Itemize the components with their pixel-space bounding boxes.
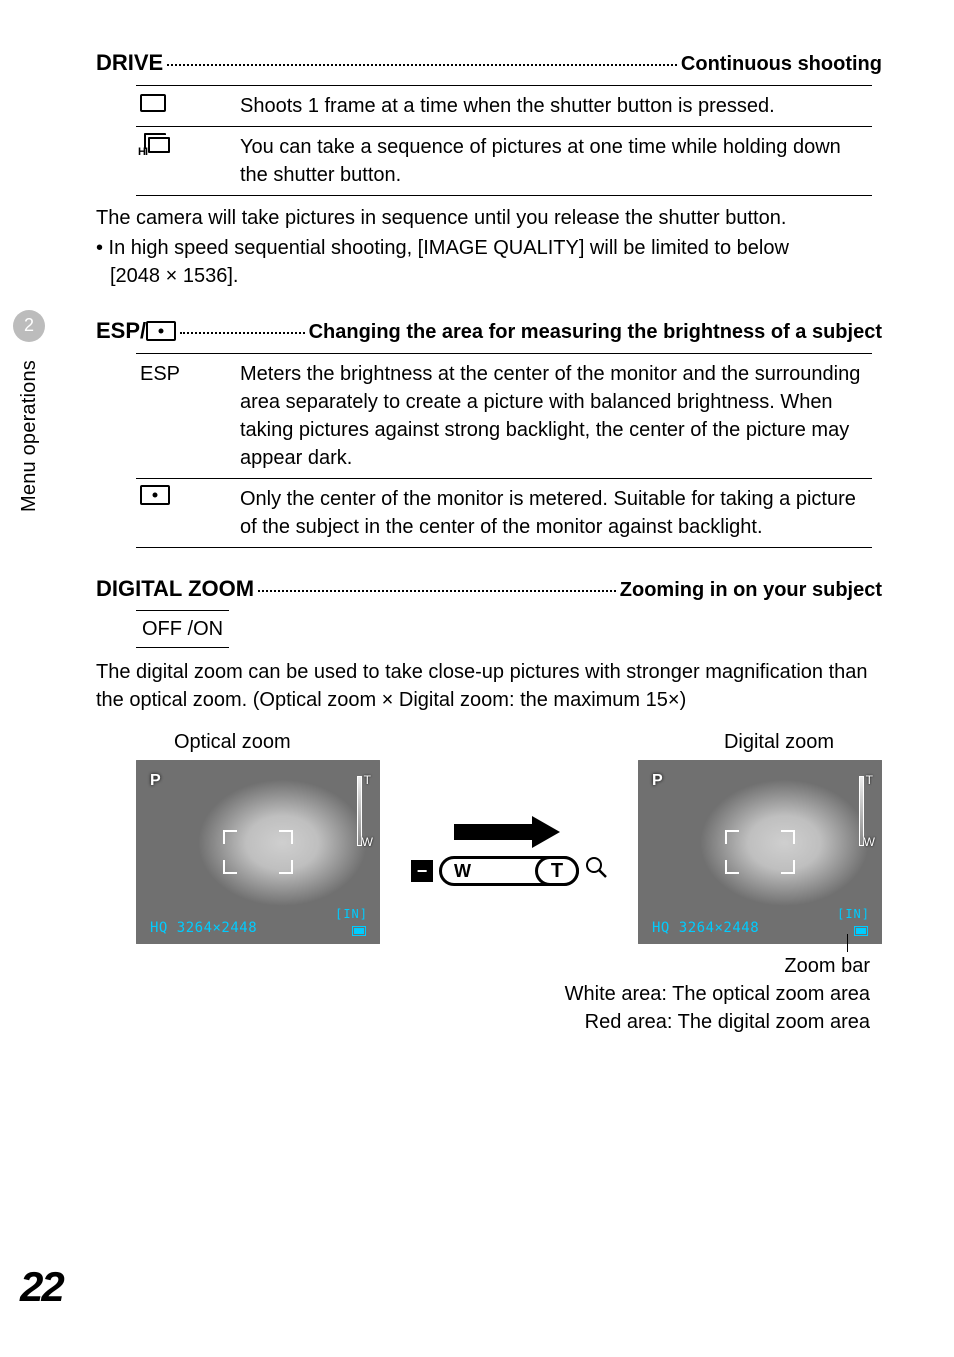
arrow-right-icon: [454, 818, 564, 846]
label-optical-zoom: Optical zoom: [174, 728, 291, 756]
table-row: Only the center of the monitor is metere…: [136, 478, 872, 547]
zoom-scale-icon: T W: [350, 776, 368, 846]
esp-option-text: Meters the brightness at the center of t…: [236, 353, 872, 478]
digital-zoom-preview: P T W [IN] HQ 3264×2448: [638, 760, 882, 944]
heading-digitalzoom: DIGITAL ZOOM Zooming in on your subject: [96, 574, 882, 605]
optical-zoom-preview: P T W [IN] HQ 3264×2448: [136, 760, 380, 944]
zoom-t-label: T: [364, 772, 371, 789]
zoom-w-label: W: [362, 834, 373, 851]
memory-indicator: [IN]: [837, 906, 870, 923]
zoom-caption: Zoom bar White area: The optical zoom ar…: [136, 952, 882, 1036]
drive-note-2-line1: • In high speed sequential shooting, [IM…: [96, 237, 789, 259]
zoom-figure: Optical zoom Digital zoom P T W [IN] HQ …: [136, 728, 882, 1036]
drive-option-text: You can take a sequence of pictures at o…: [236, 126, 872, 195]
chapter-badge: 2: [13, 310, 45, 342]
drive-note-1: The camera will take pictures in sequenc…: [96, 204, 882, 232]
zoom-t-label: T: [866, 772, 873, 789]
quality-indicator: HQ 3264×2448: [150, 919, 257, 939]
page-number: 22: [20, 1258, 63, 1317]
heading-drive-left: DRIVE: [96, 48, 163, 79]
callout-line: [847, 934, 848, 952]
spot-icon: [140, 485, 170, 505]
af-target-icon: [725, 830, 795, 874]
heading-drive: DRIVE Continuous shooting: [96, 48, 882, 79]
side-section-label: Menu operations: [15, 360, 43, 512]
drive-note-2: • In high speed sequential shooting, [IM…: [96, 234, 882, 262]
zoom-w-end: W: [454, 859, 471, 884]
zoom-t-end: T: [535, 856, 579, 886]
zoom-bar-title: Zoom bar: [136, 952, 870, 980]
table-row: Shoots 1 frame at a time when the shutte…: [136, 85, 872, 126]
drive-options-table: Shoots 1 frame at a time when the shutte…: [136, 85, 872, 196]
mode-indicator: P: [652, 770, 663, 792]
heading-esp: ESP/ Changing the area for measuring the…: [96, 316, 882, 347]
zoom-scale-icon: T W: [852, 776, 870, 846]
quality-indicator: HQ 3264×2448: [652, 919, 759, 939]
leader: [258, 590, 616, 592]
zoom-bar-red: Red area: The digital zoom area: [136, 1008, 870, 1036]
battery-icon: [352, 926, 366, 936]
heading-esp-left: ESP/: [96, 318, 146, 343]
zoom-w-label: W: [864, 834, 875, 851]
digitalzoom-description: The digital zoom can be used to take clo…: [96, 658, 882, 714]
drive-note-2-line2: [2048 × 1536].: [96, 262, 882, 290]
single-frame-icon: [140, 94, 166, 112]
mode-indicator: P: [150, 770, 161, 792]
zoom-out-icon: [411, 860, 433, 882]
spot-icon: [146, 321, 176, 341]
memory-indicator: [IN]: [335, 906, 368, 923]
heading-esp-right: Changing the area for measuring the brig…: [309, 318, 882, 346]
esp-option-text: Only the center of the monitor is metere…: [236, 478, 872, 547]
label-digital-zoom: Digital zoom: [724, 728, 834, 756]
table-row: ESP Meters the brightness at the center …: [136, 353, 872, 478]
zoom-slider-graphic: W T: [411, 856, 607, 887]
heading-drive-right: Continuous shooting: [681, 50, 882, 78]
esp-label: ESP: [140, 363, 180, 385]
heading-digitalzoom-right: Zooming in on your subject: [620, 576, 882, 604]
sequential-icon: HI: [140, 133, 174, 155]
af-target-icon: [223, 830, 293, 874]
leader: [180, 332, 304, 334]
zoom-capsule: W T: [439, 856, 579, 886]
zoom-bar-white: White area: The optical zoom area: [136, 980, 870, 1008]
magnifier-icon: [585, 856, 607, 887]
esp-options-table: ESP Meters the brightness at the center …: [136, 353, 872, 548]
table-row: HI You can take a sequence of pictures a…: [136, 126, 872, 195]
leader: [167, 64, 677, 66]
battery-icon: [854, 926, 868, 936]
side-tab: 2 Menu operations: [0, 310, 58, 512]
off-on-setting: OFF /ON: [136, 610, 229, 648]
drive-option-text: Shoots 1 frame at a time when the shutte…: [236, 85, 872, 126]
heading-digitalzoom-left: DIGITAL ZOOM: [96, 574, 254, 605]
